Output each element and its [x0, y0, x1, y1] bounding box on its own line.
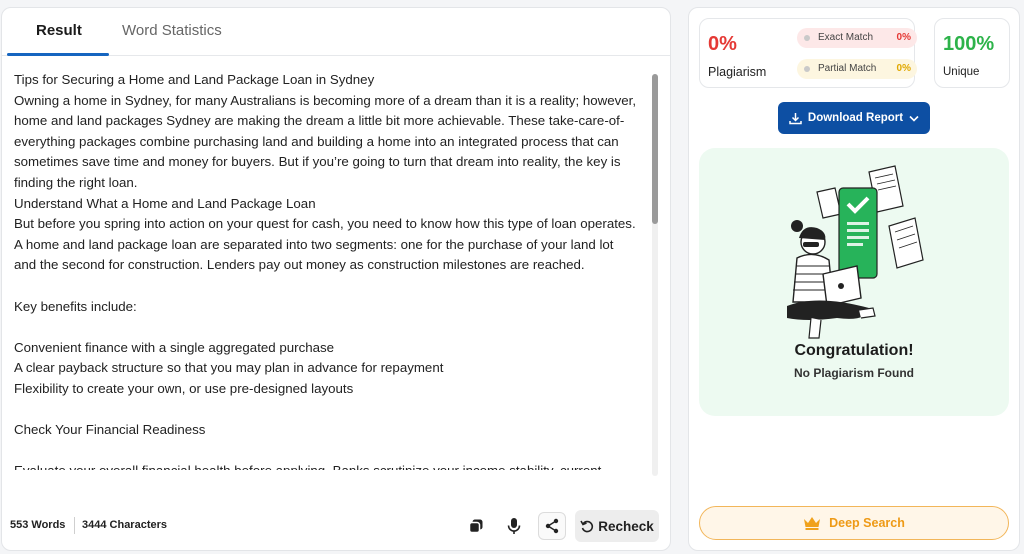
partial-match-label: Partial Match	[818, 63, 877, 74]
eye-icon	[804, 35, 810, 41]
tab-word-statistics[interactable]: Word Statistics	[122, 22, 222, 56]
share-icon	[545, 518, 559, 534]
result-subtitle: No Plagiarism Found	[793, 366, 914, 380]
share-button[interactable]	[538, 512, 566, 540]
active-tab-indicator	[7, 53, 109, 56]
text-line: everything packages combine purchasing l…	[14, 133, 619, 149]
eye-icon	[804, 66, 810, 72]
editor-panel: Result Word Statistics Tips for Securing…	[1, 7, 671, 551]
results-panel: 0% Plagiarism Exact Match 0% Partial Mat…	[688, 7, 1020, 551]
download-report-button[interactable]: Download Report	[778, 102, 930, 134]
deep-search-label: Deep Search	[829, 516, 905, 530]
mic-icon	[507, 518, 521, 534]
recheck-icon	[580, 520, 594, 533]
count-divider	[74, 517, 75, 534]
unique-percent: 100%	[943, 33, 995, 55]
tab-result[interactable]: Result	[36, 22, 82, 56]
download-report-label: Download Report	[807, 112, 904, 124]
text-line: A clear payback structure so that you ma…	[14, 360, 444, 376]
text-line: Key benefits include:	[14, 298, 137, 314]
success-illustration	[787, 165, 924, 339]
unique-label: Unique	[943, 66, 980, 78]
recheck-label: Recheck	[598, 518, 654, 534]
text-line: Flexibility to create your own, or use p…	[14, 380, 354, 396]
character-count: 3444 Characters	[82, 519, 168, 531]
text-line: A home and land package loan are separat…	[14, 236, 614, 252]
recheck-button[interactable]: Recheck	[575, 510, 659, 542]
text-line: Check Your Financial Readiness	[14, 422, 206, 438]
plagiarism-label: Plagiarism	[708, 65, 767, 79]
exact-match-pill: Exact Match 0%	[797, 28, 917, 48]
tab-bar: Result Word Statistics	[2, 8, 670, 56]
plagiarism-percent: 0%	[708, 33, 737, 55]
unique-card: 100% Unique	[934, 18, 1010, 88]
word-count: 553 Words	[10, 519, 66, 531]
exact-match-value: 0%	[896, 32, 911, 43]
plagiarism-card: 0% Plagiarism Exact Match 0% Partial Mat…	[699, 18, 917, 88]
result-card: Congratulation! No Plagiarism Found	[699, 148, 1009, 416]
text-content[interactable]: Tips for Securing a Home and Land Packag…	[14, 70, 654, 470]
content-scrollbar[interactable]	[652, 74, 658, 476]
text-line: sometimes save time and money for buyers…	[14, 154, 621, 170]
chevron-down-icon	[909, 115, 919, 122]
exact-match-label: Exact Match	[818, 32, 874, 43]
result-title: Congratulation!	[794, 342, 914, 359]
scrollbar-thumb[interactable]	[652, 74, 658, 224]
partial-match-pill: Partial Match 0%	[797, 59, 917, 79]
mic-button[interactable]	[500, 512, 528, 540]
text-line: Tips for Securing a Home and Land Packag…	[14, 72, 375, 87]
copy-button[interactable]	[462, 512, 490, 540]
text-line: finding the right loan.	[14, 174, 138, 190]
partial-match-value: 0%	[896, 63, 911, 74]
text-line: home and land packages Sydney are making…	[14, 113, 625, 129]
editor-footer: 553 Words 3444 Characters Recheck	[2, 508, 670, 548]
text-line: But before you spring into action on you…	[14, 216, 636, 232]
copy-icon	[468, 519, 483, 534]
text-line: Convenient finance with a single aggrega…	[14, 339, 335, 355]
text-line: Owning a home in Sydney, for many Austra…	[14, 92, 637, 108]
text-line: and the second for construction. Lenders…	[14, 257, 585, 273]
text-line: Evaluate your overall financial health b…	[14, 461, 654, 470]
text-line: Understand What a Home and Land Package …	[14, 195, 316, 211]
download-icon	[789, 112, 802, 124]
deep-search-button[interactable]: Deep Search	[699, 506, 1009, 540]
crown-icon	[804, 517, 821, 530]
